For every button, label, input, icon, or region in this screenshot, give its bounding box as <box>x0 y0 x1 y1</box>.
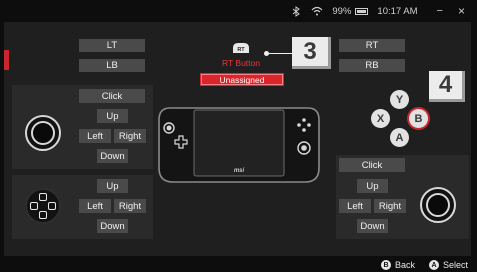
status-bar: 99% 10:17 AM − × <box>0 0 477 22</box>
svg-text:msi: msi <box>234 168 245 174</box>
unassigned-dropdown[interactable]: Unassigned <box>200 73 284 86</box>
clock: 10:17 AM <box>377 5 418 17</box>
device-illustration: msi <box>156 102 322 186</box>
dpad-right-button[interactable]: Right <box>114 199 146 213</box>
select-label: Select <box>442 260 468 270</box>
left-stick-icon <box>25 115 61 151</box>
left-stick-right-button[interactable]: Right <box>114 129 146 143</box>
bluetooth-icon <box>290 5 302 17</box>
lb-button[interactable]: LB <box>79 59 145 72</box>
footer-hints: B Back A Select <box>0 258 477 272</box>
left-stick-up-button[interactable]: Up <box>97 109 128 123</box>
right-stick-icon <box>420 187 456 223</box>
b-glyph-icon: B <box>380 260 391 270</box>
svg-text:RT: RT <box>237 47 245 53</box>
callout-badge-4: 4 <box>429 71 465 102</box>
close-button[interactable]: × <box>458 4 465 18</box>
back-hint[interactable]: B Back <box>380 260 415 270</box>
lt-button[interactable]: LT <box>79 39 145 52</box>
rt-trigger-icon: RT <box>232 41 250 53</box>
right-stick-down-button[interactable]: Down <box>357 219 388 233</box>
b-button-icon[interactable]: B <box>409 109 428 128</box>
minimize-button[interactable]: − <box>437 5 443 17</box>
left-stick-click-button[interactable]: Click <box>79 89 145 103</box>
wifi-icon <box>311 5 323 17</box>
right-stick-left-button[interactable]: Left <box>339 199 371 213</box>
a-button-icon[interactable]: A <box>390 128 409 147</box>
battery-percent: 99% <box>332 5 352 17</box>
battery-indicator: 99% <box>332 5 369 17</box>
x-button-icon[interactable]: X <box>371 109 390 128</box>
right-stick-up-button[interactable]: Up <box>357 179 388 193</box>
selected-button-label: RT Button <box>222 58 260 68</box>
left-stick-left-button[interactable]: Left <box>79 129 111 143</box>
dpad-left-button[interactable]: Left <box>79 199 111 213</box>
dpad-down-button[interactable]: Down <box>97 219 128 233</box>
dpad-icon <box>25 188 61 224</box>
dpad-up-button[interactable]: Up <box>97 179 128 193</box>
callout-leader <box>268 53 294 54</box>
rt-button[interactable]: RT <box>339 39 405 52</box>
a-glyph-icon: A <box>428 260 439 270</box>
sidebar-selection-marker <box>4 50 9 70</box>
battery-icon <box>355 7 369 15</box>
y-button-icon[interactable]: Y <box>390 90 409 109</box>
right-stick-right-button[interactable]: Right <box>374 199 406 213</box>
callout-badge-3: 3 <box>292 37 331 69</box>
right-stick-click-button[interactable]: Click <box>339 158 405 172</box>
select-hint[interactable]: A Select <box>428 260 468 270</box>
rb-button[interactable]: RB <box>339 59 405 72</box>
back-label: Back <box>394 260 415 270</box>
left-stick-down-button[interactable]: Down <box>97 149 128 163</box>
